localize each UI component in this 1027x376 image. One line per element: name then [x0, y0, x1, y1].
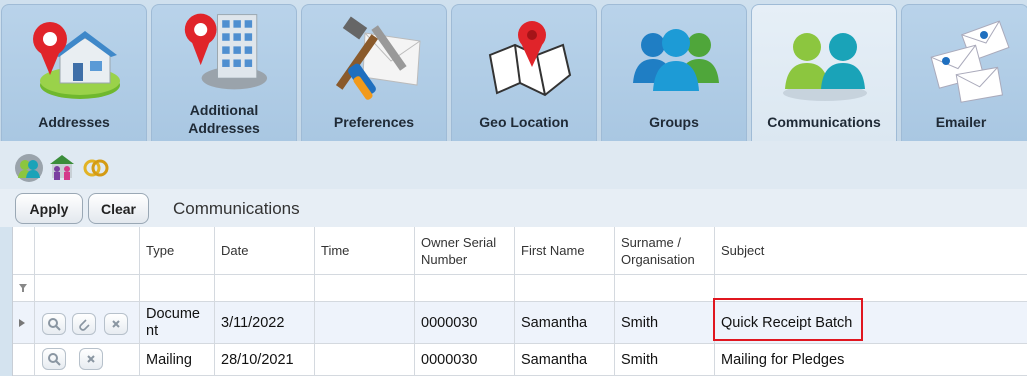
tab-label: Preferences [333, 114, 415, 130]
tab-label: Communications [767, 114, 881, 130]
cell-surname: Smith [615, 344, 715, 376]
paperclip-icon [79, 319, 90, 331]
envelopes-icon [930, 20, 1010, 103]
view-button[interactable] [42, 348, 66, 370]
tab-bar: Addresses Additional Addresses Preferenc… [0, 0, 1027, 141]
magnifier-icon [48, 318, 61, 331]
grid-header-expander [13, 227, 35, 275]
cell-owner-serial: 0000030 [415, 344, 515, 376]
tab-label: Addresses [38, 114, 110, 130]
column-header-time[interactable]: Time [315, 227, 415, 275]
tab-communications[interactable]: Communications [751, 4, 897, 141]
family-house-icon[interactable] [47, 152, 77, 184]
close-icon [87, 355, 95, 363]
cell-surname: Smith [615, 302, 715, 344]
filter-time[interactable] [315, 275, 415, 302]
delete-button[interactable] [104, 313, 128, 335]
cell-date: 3/11/2022 [215, 302, 315, 344]
filter-surname[interactable] [615, 275, 715, 302]
tab-label: Geo Location [479, 114, 569, 130]
apply-button[interactable]: Apply [15, 193, 83, 224]
magnifier-icon [48, 353, 61, 366]
column-header-subject[interactable]: Subject [715, 227, 1027, 275]
rings-icon[interactable] [81, 152, 111, 184]
column-header-first-name[interactable]: First Name [515, 227, 615, 275]
filter-owner-serial[interactable] [415, 275, 515, 302]
tab-emailer[interactable]: Emailer [901, 4, 1027, 141]
chevron-right-icon [19, 318, 25, 327]
clear-button[interactable]: Clear [88, 193, 149, 224]
row-expander [13, 344, 35, 376]
filter-icon-cell [13, 275, 35, 302]
cell-owner-serial: 0000030 [415, 302, 515, 344]
people-group-icon [633, 29, 719, 91]
building-pin-icon [184, 13, 268, 90]
tab-addresses[interactable]: Addresses [1, 4, 147, 141]
filter-icon[interactable] [19, 284, 27, 292]
cell-time [315, 344, 415, 376]
cell-type: Mailing [140, 344, 215, 376]
communications-grid: Type Date Time Owner Serial Number First… [12, 227, 1027, 376]
filter-date[interactable] [215, 275, 315, 302]
cell-first-name: Samantha [515, 344, 615, 376]
tab-groups[interactable]: Groups [601, 4, 747, 141]
cell-date: 28/10/2021 [215, 344, 315, 376]
view-button[interactable] [42, 313, 66, 335]
attachment-button[interactable] [72, 313, 96, 335]
tools-icon [335, 16, 421, 100]
tab-label: Emailer [935, 114, 987, 130]
column-header-date[interactable]: Date [215, 227, 315, 275]
section-title: Communications [173, 199, 300, 218]
sub-toolbar [0, 141, 1027, 189]
tab-geo-location[interactable]: Geo Location [451, 4, 597, 141]
tab-label: Groups [649, 114, 699, 130]
filter-type[interactable] [140, 275, 215, 302]
tab-label: Additional Addresses [188, 102, 260, 136]
filter-first-name[interactable] [515, 275, 615, 302]
cell-first-name: Samantha [515, 302, 615, 344]
house-pin-icon [33, 22, 120, 99]
row-expander[interactable] [13, 302, 35, 344]
filter-cell [35, 275, 140, 302]
grid-header-actions [35, 227, 140, 275]
action-bar [0, 189, 1027, 227]
column-header-owner-serial-number[interactable]: Owner Serial Number [415, 227, 515, 275]
column-header-surname-organisation[interactable]: Surname / Organisation [615, 227, 715, 275]
cell-type: Docume nt [140, 302, 215, 344]
cell-subject[interactable]: Mailing for Pledges [715, 344, 1027, 376]
subject-highlight-box [713, 298, 863, 341]
communications-view-icon[interactable] [14, 152, 44, 184]
column-header-type[interactable]: Type [140, 227, 215, 275]
tab-preferences[interactable]: Preferences [301, 4, 447, 141]
tab-additional-addresses[interactable]: Additional Addresses [151, 4, 297, 141]
communication-people-icon [783, 33, 867, 101]
cell-time [315, 302, 415, 344]
map-pin-icon [488, 21, 572, 97]
close-icon [112, 320, 120, 328]
delete-button[interactable] [79, 348, 103, 370]
